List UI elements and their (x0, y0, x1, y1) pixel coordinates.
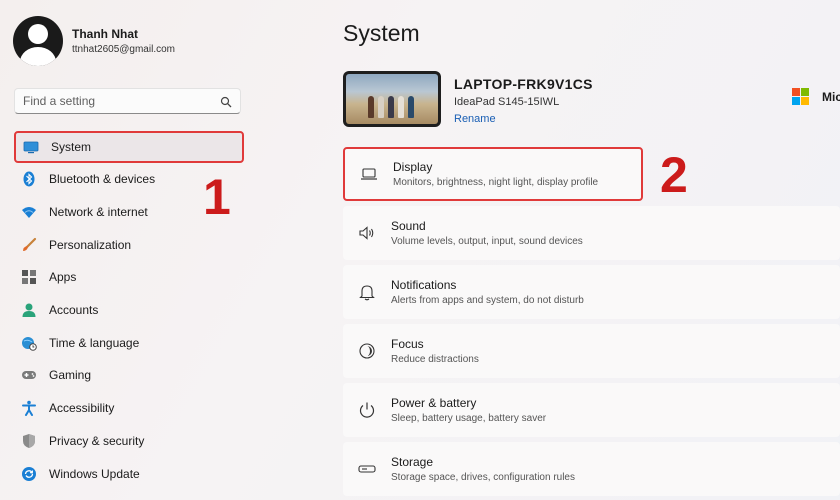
brush-icon (21, 237, 37, 253)
storage-card[interactable]: Storage Storage space, drives, configura… (343, 442, 840, 496)
gamepad-icon (21, 367, 37, 383)
bluetooth-icon (21, 171, 37, 187)
device-model: IdeaPad S145-15IWL (454, 96, 560, 108)
sidebar-item-personalization[interactable]: Personalization (14, 228, 244, 261)
power-battery-card[interactable]: Power & battery Sleep, battery usage, ba… (343, 383, 840, 437)
card-subtitle: Alerts from apps and system, do not dist… (391, 295, 584, 306)
sidebar-item-time-language[interactable]: Time & language (14, 326, 244, 359)
sidebar-item-label: Time & language (49, 335, 140, 350)
sidebar: Thanh Nhat ttnhat2605@gmail.com Find a s… (0, 0, 258, 500)
sidebar-item-label: Windows Update (49, 466, 140, 481)
sidebar-item-label: Gaming (49, 368, 92, 383)
display-card[interactable]: Display Monitors, brightness, night ligh… (343, 147, 643, 201)
globe-clock-icon (21, 335, 37, 351)
storage-icon (357, 459, 377, 479)
device-name: LAPTOP-FRK9V1CS (454, 76, 593, 92)
sound-card[interactable]: Sound Volume levels, output, input, soun… (343, 206, 840, 260)
search-placeholder[interactable]: Find a setting (23, 94, 220, 108)
card-title: Storage (391, 455, 434, 469)
rename-link[interactable]: Rename (454, 113, 496, 125)
sidebar-item-label: System (51, 140, 92, 154)
accessibility-icon (21, 400, 37, 417)
page-title: System (343, 20, 420, 46)
user-profile[interactable]: Thanh Nhat ttnhat2605@gmail.com (13, 16, 175, 66)
card-title: Sound (391, 219, 426, 233)
microsoft-account-tile[interactable]: Mic (792, 88, 840, 105)
sidebar-item-accounts[interactable]: Accounts (14, 294, 244, 327)
sidebar-item-label: Personalization (49, 237, 132, 252)
sidebar-item-label: Accessibility (49, 401, 115, 416)
card-title: Power & battery (391, 396, 477, 410)
speaker-icon (357, 223, 377, 243)
accounts-icon (21, 302, 37, 318)
bell-icon (357, 282, 377, 302)
microsoft-logo-icon (792, 88, 809, 105)
sidebar-item-system[interactable]: System (14, 131, 244, 163)
search-input[interactable]: Find a setting (14, 88, 241, 114)
microsoft-label: Mic (822, 89, 840, 104)
sidebar-item-label: Network & internet (49, 205, 148, 220)
focus-icon (357, 341, 377, 361)
power-icon (357, 400, 377, 420)
laptop-icon (359, 164, 379, 184)
notifications-card[interactable]: Notifications Alerts from apps and syste… (343, 265, 840, 319)
settings-list: Display Monitors, brightness, night ligh… (343, 147, 840, 500)
sidebar-item-label: Apps (49, 270, 77, 285)
wifi-icon (21, 204, 37, 220)
card-subtitle: Volume levels, output, input, sound devi… (391, 236, 583, 247)
avatar[interactable] (13, 16, 63, 66)
sidebar-item-label: Accounts (49, 303, 99, 318)
profile-name: Thanh Nhat (72, 27, 138, 41)
focus-card[interactable]: Focus Reduce distractions (343, 324, 840, 378)
step-1-annotation: 1 (203, 169, 231, 225)
sidebar-item-label: Bluetooth & devices (49, 172, 156, 187)
card-title: Display (393, 160, 433, 174)
sidebar-item-label: Privacy & security (49, 433, 145, 448)
shield-icon (21, 433, 37, 449)
card-subtitle: Monitors, brightness, night light, displ… (393, 177, 599, 188)
apps-icon (21, 269, 37, 285)
card-subtitle: Sleep, battery usage, battery saver (391, 413, 547, 424)
sidebar-item-windows-update[interactable]: Windows Update (14, 457, 244, 490)
device-thumbnail (343, 71, 441, 127)
device-info: LAPTOP-FRK9V1CS IdeaPad S145-15IWL Renam… (343, 71, 593, 127)
card-title: Notifications (391, 278, 457, 292)
sidebar-item-gaming[interactable]: Gaming (14, 359, 244, 392)
card-subtitle: Storage space, drives, configuration rul… (391, 472, 575, 483)
card-subtitle: Reduce distractions (391, 354, 479, 365)
card-title: Focus (391, 337, 424, 351)
search-icon[interactable] (220, 95, 232, 108)
update-icon (21, 466, 37, 482)
sidebar-item-apps[interactable]: Apps (14, 261, 244, 294)
sidebar-item-accessibility[interactable]: Accessibility (14, 392, 244, 425)
system-icon (23, 139, 39, 155)
profile-email: ttnhat2605@gmail.com (72, 44, 175, 55)
sidebar-item-privacy-security[interactable]: Privacy & security (14, 425, 244, 458)
